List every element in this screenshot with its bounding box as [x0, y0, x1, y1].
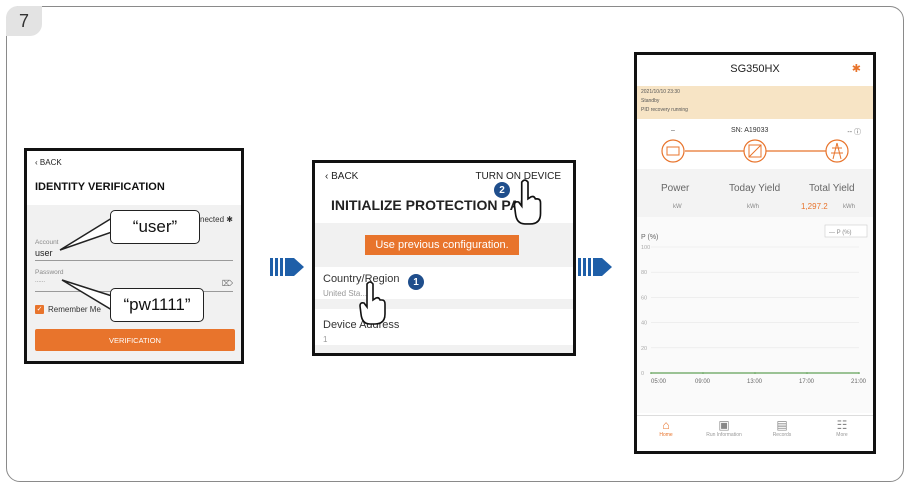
today-yield-label: Today Yield: [729, 183, 781, 194]
y-tick-label: 40: [641, 321, 647, 327]
nav-home[interactable]: ⌂ Home: [641, 418, 691, 438]
bluetooth-icon-2[interactable]: ✱: [852, 62, 861, 75]
series-point: [702, 372, 704, 374]
menu-grid-icon: ☷: [836, 418, 848, 432]
next-arrow-icon: [270, 258, 304, 276]
y-tick-label: 20: [641, 346, 647, 352]
y-axis-title: P (%): [641, 234, 658, 241]
clipboard-icon: ▤: [776, 418, 788, 432]
next-arrow-icon-2: [578, 258, 612, 276]
nav-home-label: Home: [659, 432, 673, 438]
nav-records-label: Records: [772, 432, 792, 438]
x-tick-label: 21:00: [851, 379, 867, 385]
divider: [315, 299, 573, 309]
status-banner: 2021/10/10 23:30 Standby PID recovery ru…: [637, 86, 873, 119]
bottom-band: [315, 345, 573, 353]
nav-run-information[interactable]: ▣ Run Information: [699, 418, 749, 438]
home-icon: ⌂: [662, 418, 670, 432]
device-overview-screen: SG350HX ✱ 2021/10/10 23:30 Standby PID r…: [634, 52, 876, 454]
nav-more[interactable]: ☷ More: [817, 418, 867, 438]
flow-diagram: [661, 139, 849, 163]
page-title-2: INITIALIZE PROTECTION PAR...: [331, 197, 542, 213]
status-standby: Standby: [641, 98, 660, 104]
nav-run-label: Run Information: [706, 432, 742, 438]
step-badge-1: 1: [408, 274, 424, 290]
total-yield-value: 1,297.2: [801, 202, 828, 211]
monitor-icon: ▣: [718, 418, 730, 432]
status-pid: PID recovery running: [641, 107, 688, 113]
total-yield-label: Total Yield: [809, 183, 855, 194]
power-unit: kW: [673, 204, 682, 210]
power-label: Power: [661, 183, 690, 194]
status-timestamp: 2021/10/10 23:30: [641, 89, 680, 95]
x-tick-label: 09:00: [695, 379, 711, 385]
series-point: [754, 372, 756, 374]
y-tick-label: 100: [641, 245, 650, 251]
step-badge-2: 2: [494, 182, 510, 198]
energy-flow: – SN: A19033 -- ⓘ: [637, 121, 873, 167]
device-address-value: 1: [323, 335, 328, 344]
x-tick-label: 17:00: [799, 379, 815, 385]
back-label-2: BACK: [331, 171, 359, 182]
series-point: [806, 372, 808, 374]
tap-hand-icon-2: [513, 179, 542, 225]
x-tick-label: 13:00: [747, 379, 763, 385]
total-yield-unit: kWh: [843, 204, 855, 210]
y-tick-label: 80: [641, 270, 647, 276]
power-chart-svg: — P (%) P (%) 0 20 40 60 80 100 05:00 09:00 13:00 1…: [641, 224, 868, 385]
callout-user: “user”: [110, 210, 200, 244]
tap-hand-icon: [359, 281, 386, 325]
use-previous-config-button[interactable]: Use previous configuration.: [365, 235, 519, 255]
callout-password: “pw1111”: [110, 288, 204, 322]
today-yield-unit: kWh: [747, 204, 759, 210]
y-tick-label: 60: [641, 295, 647, 301]
series-point: [650, 372, 652, 374]
device-title: SG350HX: [730, 63, 780, 75]
bottom-nav: ⌂ Home ▣ Run Information ▤ Records ☷ More: [637, 415, 873, 451]
nav-more-label: More: [836, 432, 848, 438]
back-button-2[interactable]: ‹ BACK: [325, 171, 358, 182]
power-chart: — P (%) P (%) 0 20 40 60 80 100 05:00 09:00 13:00 1…: [637, 217, 873, 413]
series-point: [858, 372, 860, 374]
legend-label: — P (%): [829, 230, 852, 236]
yield-stats: Power kW Today Yield kWh Total Yield 1,2…: [637, 169, 873, 217]
nav-records[interactable]: ▤ Records: [757, 418, 807, 438]
y-tick-label: 0: [641, 371, 644, 377]
x-tick-label: 05:00: [651, 379, 667, 385]
